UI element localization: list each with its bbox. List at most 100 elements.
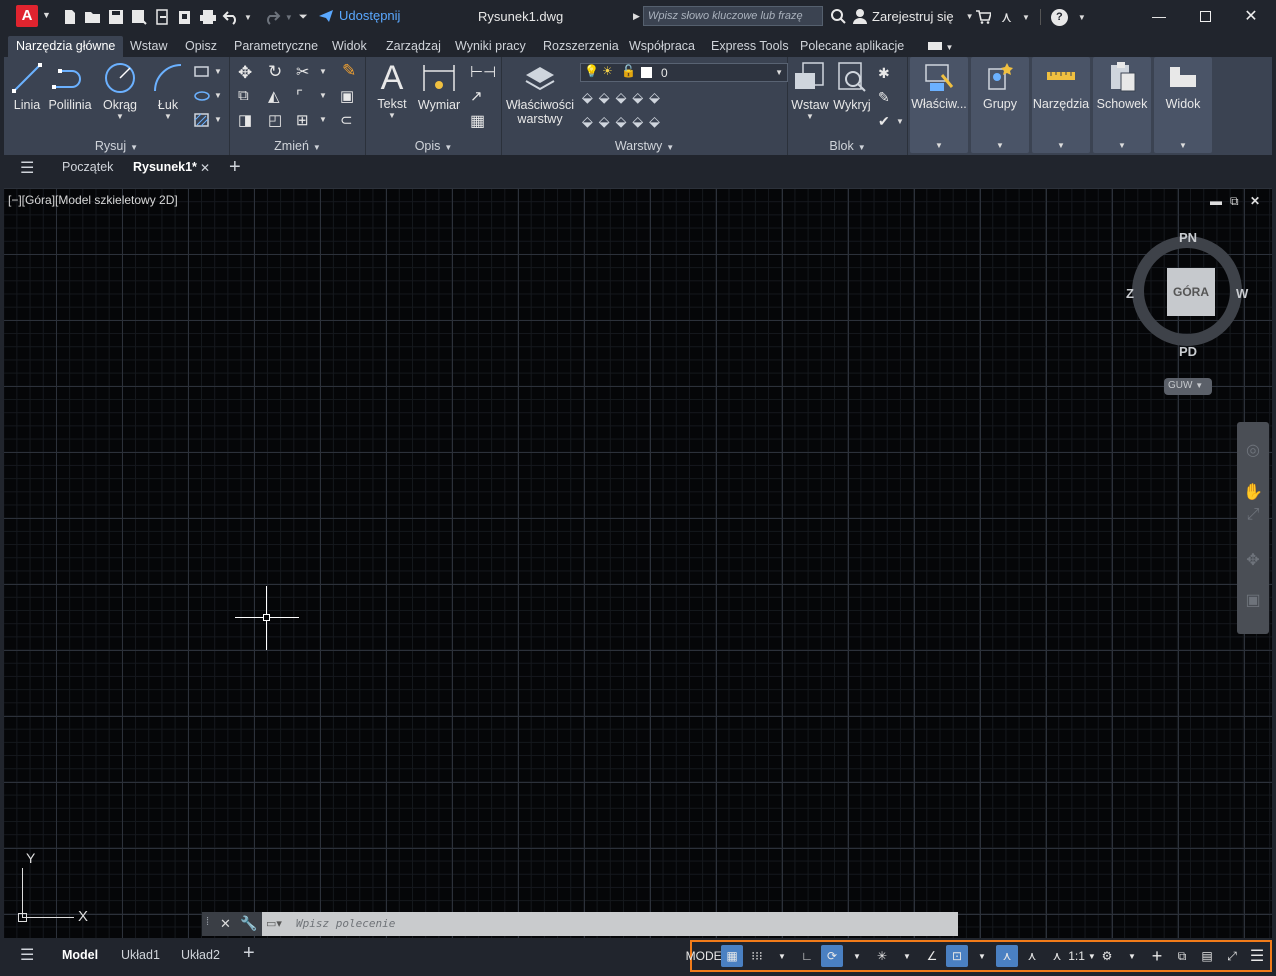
annotation-scale-icon[interactable]: ⋏ <box>1046 945 1068 967</box>
arc-chevron-icon[interactable]: ▼ <box>150 112 186 121</box>
move-icon[interactable]: ✥ <box>238 63 252 83</box>
fillet-chevron-icon[interactable]: ▼ <box>319 91 327 100</box>
object-snap-tracking-icon[interactable]: ∠ <box>921 945 943 967</box>
undo-icon[interactable] <box>221 7 241 27</box>
arc-tool[interactable]: Łuk ▼ <box>150 61 186 121</box>
trim-icon[interactable]: ✂ <box>296 62 309 82</box>
layer-lock-all-icon[interactable]: ⬙ <box>649 89 660 106</box>
showmotion-icon[interactable]: ▣ <box>1243 590 1263 610</box>
polar-chevron-icon[interactable]: ▼ <box>846 945 868 967</box>
layer-thaw-icon[interactable]: ⬙ <box>616 113 627 130</box>
save-icon[interactable] <box>106 7 126 27</box>
tab-output[interactable]: Wyniki pracy <box>447 36 534 57</box>
panel-block-label[interactable]: Blok ▼ <box>788 139 907 153</box>
close-icon[interactable]: ✕ <box>1228 0 1274 32</box>
tab-view[interactable]: Widok <box>324 36 375 57</box>
tab-addins[interactable]: Rozszerzenia <box>535 36 627 57</box>
steering-wheel-icon[interactable]: ◎ <box>1243 440 1263 460</box>
offset-icon[interactable]: ⊂ <box>340 111 353 129</box>
snap-chevron-icon[interactable]: ▼ <box>771 945 793 967</box>
rotate-icon[interactable]: ↻ <box>268 62 282 82</box>
text-tool[interactable]: A Tekst ▼ <box>374 59 410 120</box>
tab-home[interactable]: Narzędzia główne <box>8 36 124 57</box>
maximize-icon[interactable] <box>1182 0 1228 32</box>
hatch-icon[interactable] <box>194 113 210 127</box>
ribbon-minimize-button[interactable]: ▼ <box>920 36 961 57</box>
autodesk-app-icon[interactable]: ⋏ <box>1001 8 1012 26</box>
model-space-button[interactable]: MODEL <box>686 945 729 967</box>
object-snap-icon[interactable]: ⊡ <box>946 945 968 967</box>
customize-qat-chevron-icon[interactable]: ⏷ <box>299 11 308 24</box>
panel-clipboard-collapsed[interactable]: Schowek ▼ <box>1093 57 1151 153</box>
undo-chevron-icon[interactable]: ▼ <box>244 13 252 22</box>
detect-tool[interactable]: Wykryj <box>830 61 874 112</box>
layer-make-current-icon[interactable]: ⬙ <box>582 113 593 130</box>
app-menu-chevron-icon[interactable]: ▼ <box>42 10 51 20</box>
workspace-chevron-icon[interactable]: ▼ <box>1121 945 1143 967</box>
tab-annotate[interactable]: Opisz <box>177 36 225 57</box>
layer-unlock-icon[interactable]: ⬙ <box>632 113 643 130</box>
leader-icon[interactable]: ↗ <box>470 87 483 105</box>
edit-attributes-icon[interactable]: ✔ <box>878 113 890 130</box>
tab-drawing-active[interactable]: Rysunek1* <box>133 160 197 174</box>
tab-insert[interactable]: Wstaw <box>122 36 176 57</box>
clean-screen-icon[interactable]: ⤢ <box>1221 945 1243 967</box>
ellipse-icon[interactable] <box>194 89 210 103</box>
tab-featured-apps[interactable]: Polecane aplikacje <box>792 36 912 57</box>
drawing-area[interactable]: [−][Góra][Model szkieletowy 2D] ▬ ⧉ ✕ GÓ… <box>4 188 1272 938</box>
scale-icon[interactable]: ◰ <box>268 111 282 129</box>
polar-tracking-icon[interactable]: ⟳ <box>821 945 843 967</box>
insert-block-chevron-icon[interactable]: ▼ <box>790 112 830 121</box>
layout-menu-hamburger-icon[interactable]: ☰ <box>20 945 34 965</box>
table-icon[interactable]: ▦ <box>470 111 485 131</box>
customization-hamburger-icon[interactable]: ☰ <box>1246 945 1268 967</box>
share-button[interactable]: Udostępnij <box>318 8 400 23</box>
edit-block-icon[interactable]: ✎ <box>878 89 890 106</box>
redo-icon[interactable] <box>262 7 282 27</box>
circle-tool[interactable]: Okrąg ▼ <box>100 61 140 121</box>
array-icon[interactable]: ⊞ <box>296 111 309 129</box>
polyline-tool[interactable]: Polilinia <box>46 61 94 112</box>
sign-in-button[interactable]: Zarejestruj się ▼ <box>852 8 974 24</box>
print-icon[interactable] <box>198 7 218 27</box>
viewcube-north[interactable]: PN <box>1179 230 1197 245</box>
trim-chevron-icon[interactable]: ▼ <box>319 67 327 76</box>
layer-dropdown[interactable]: 💡 ☀ 🔓 0 ▼ <box>580 63 788 82</box>
isometric-drafting-icon[interactable]: ✳ <box>871 945 893 967</box>
redo-chevron-icon[interactable]: ▼ <box>285 13 293 22</box>
copy-icon[interactable]: ⧉ <box>238 87 249 104</box>
mirror-icon[interactable]: ◭ <box>268 87 280 105</box>
layer-isolate-icon[interactable]: ⬙ <box>582 89 593 106</box>
units-icon[interactable]: ⧉ <box>1171 945 1193 967</box>
cart-icon[interactable] <box>975 10 991 24</box>
tab-parametric[interactable]: Parametryczne <box>226 36 326 57</box>
layer-match-icon[interactable]: ⬙ <box>599 113 610 130</box>
command-close-icon[interactable]: ✕ <box>220 916 231 932</box>
array-chevron-icon[interactable]: ▼ <box>319 115 327 124</box>
ucs-menu-button[interactable]: GUW ▼ <box>1164 378 1212 395</box>
grid-toggle-icon[interactable]: ▦ <box>721 945 743 967</box>
hatch-chevron-icon[interactable]: ▼ <box>214 115 222 124</box>
quick-properties-icon[interactable]: ▤ <box>1196 945 1218 967</box>
rectangle-chevron-icon[interactable]: ▼ <box>214 67 222 76</box>
object-snap-chevron-icon[interactable]: ▼ <box>971 945 993 967</box>
line-tool[interactable]: Linia <box>10 61 44 112</box>
help-icon[interactable]: ? <box>1050 8 1068 26</box>
tab-collaborate[interactable]: Współpraca <box>621 36 703 57</box>
new-layout-plus-icon[interactable]: + <box>243 942 255 965</box>
panel-view-collapsed[interactable]: Widok ▼ <box>1154 57 1212 153</box>
viewport-restore-icon[interactable]: ⧉ <box>1230 194 1239 209</box>
tab-manage[interactable]: Zarządzaj <box>378 36 449 57</box>
erase-icon[interactable]: ✎ <box>342 61 356 81</box>
command-history-icon[interactable]: ▭▾ <box>266 917 282 930</box>
layer-off-icon[interactable]: ⬙ <box>599 89 610 106</box>
zoom-extents-icon[interactable]: ⤢ <box>1243 506 1263 526</box>
viewport-minimize-icon[interactable]: ▬ <box>1210 194 1222 208</box>
ellipse-chevron-icon[interactable]: ▼ <box>214 91 222 100</box>
layer-freeze-all-icon[interactable]: ⬙ <box>632 89 643 106</box>
auto-scale-icon[interactable]: ⋏ <box>1021 945 1043 967</box>
workspace-gear-icon[interactable]: ⚙ <box>1096 945 1118 967</box>
viewport-close-icon[interactable]: ✕ <box>1250 194 1260 208</box>
tab-layout1[interactable]: Układ1 <box>121 948 160 962</box>
fillet-icon[interactable]: ⌜ <box>296 87 303 105</box>
